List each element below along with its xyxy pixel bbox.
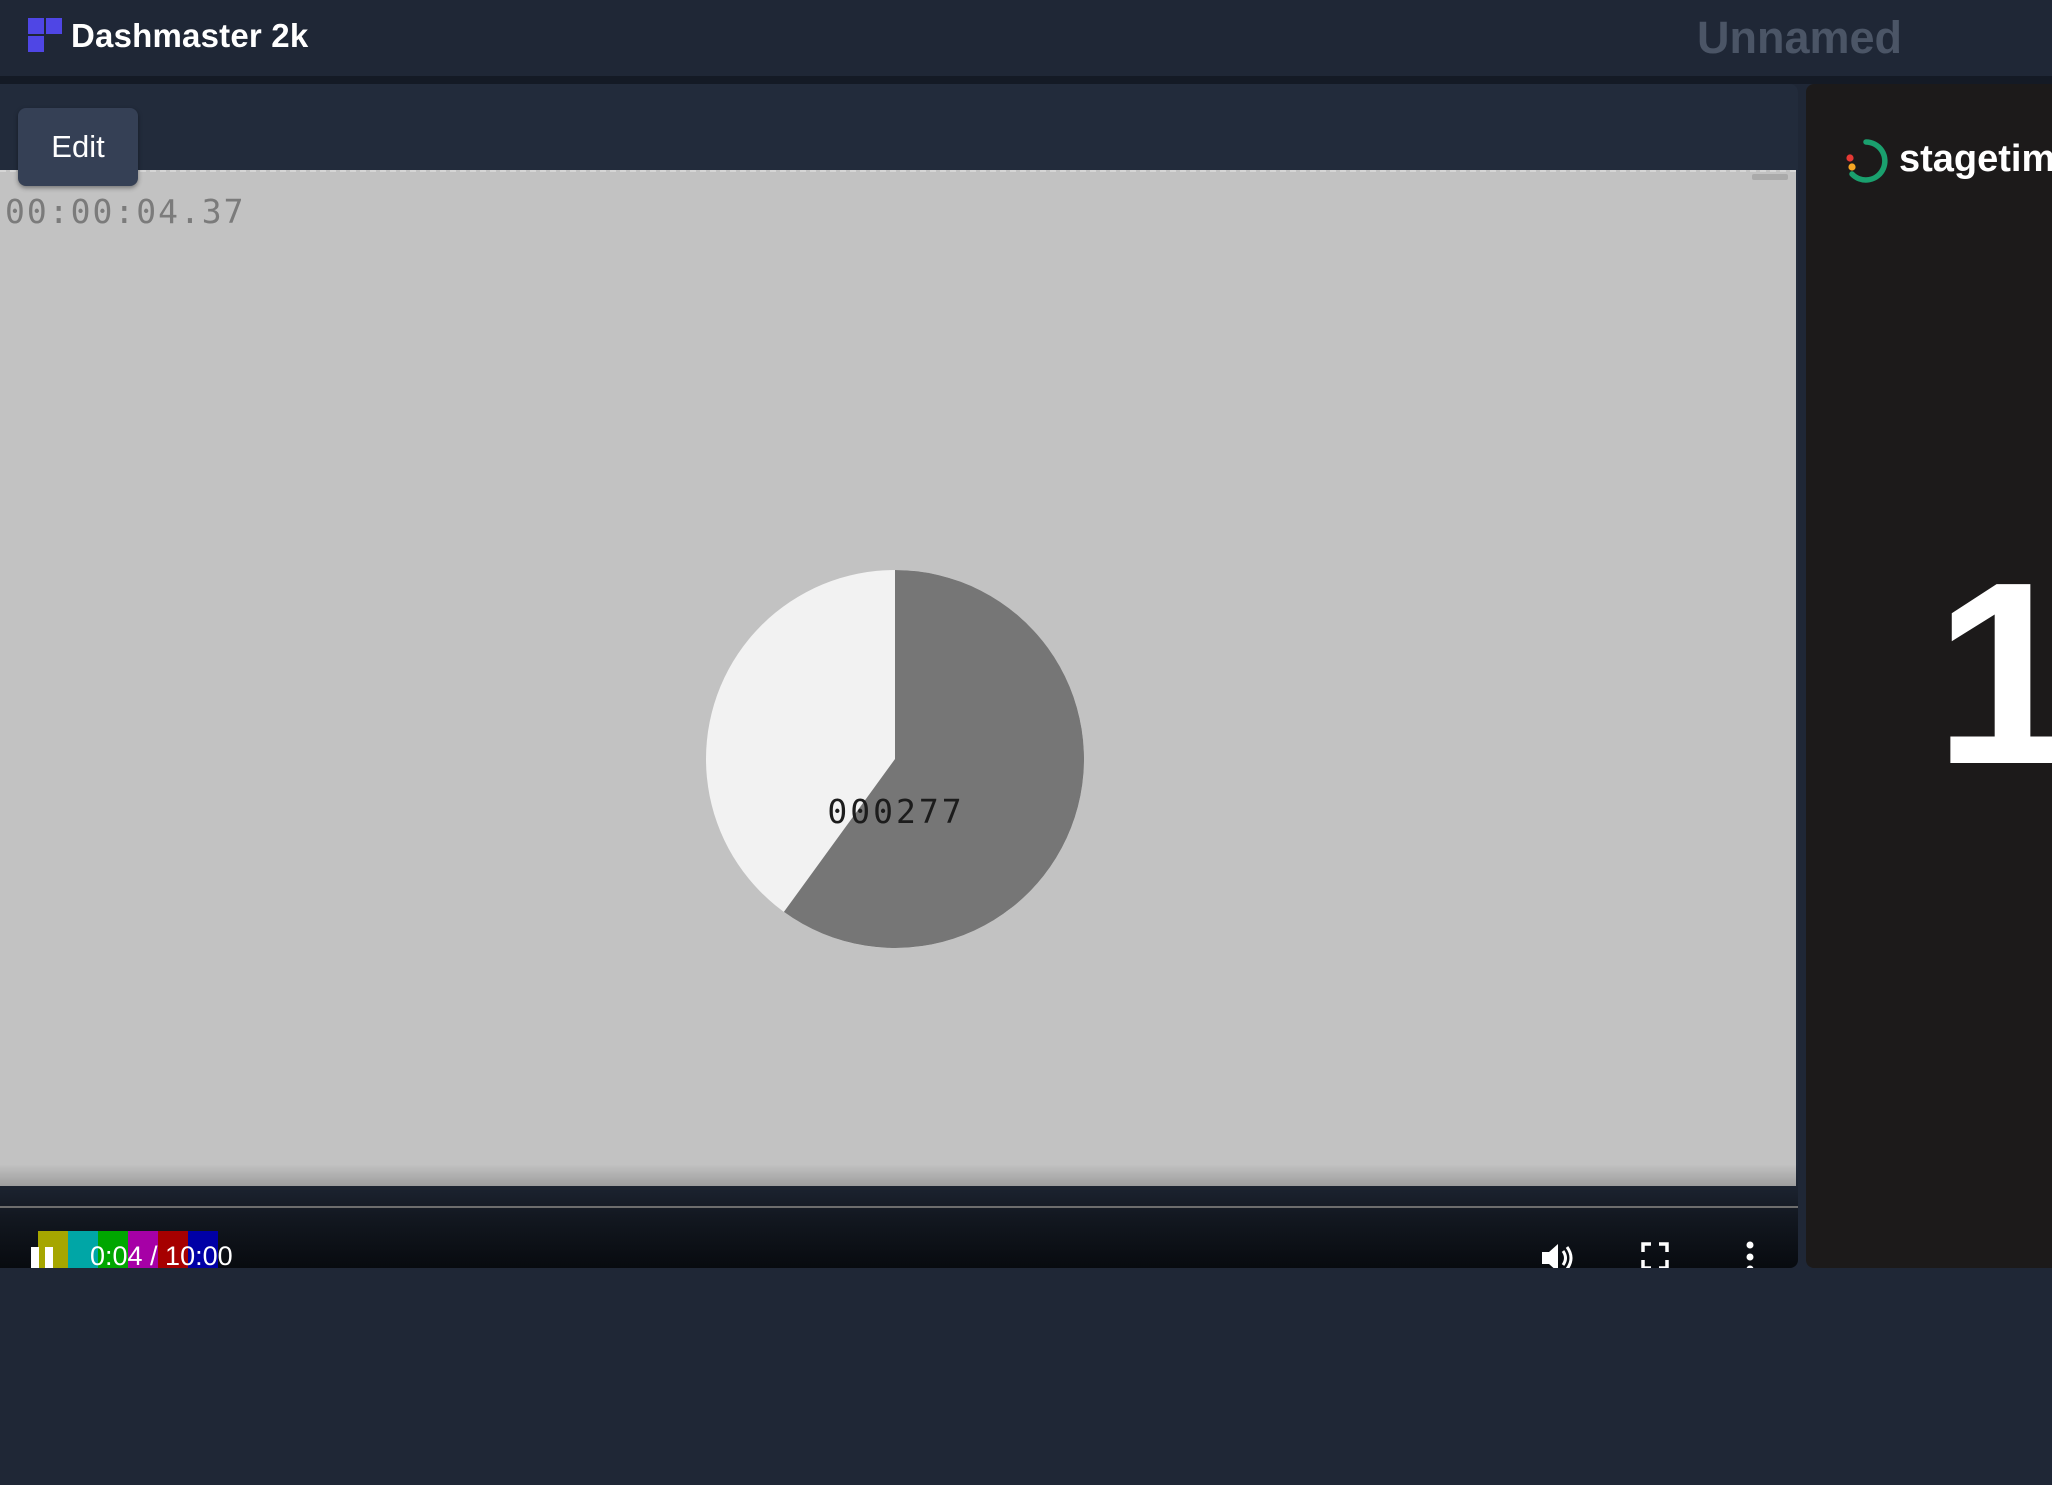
- time-display: 0:04 / 10:00: [90, 1241, 233, 1268]
- stagetimer-display: 1: [1934, 529, 2052, 819]
- video-panel: Edit 00:00:04.37 000277 0:04 / 10:00: [0, 84, 1798, 1268]
- edit-button[interactable]: Edit: [18, 108, 138, 186]
- stagetimer-brand: stagetim: [1899, 138, 2052, 180]
- controls-gradient: [0, 1164, 1798, 1268]
- video-frame-counter: 000277: [827, 792, 965, 831]
- video-timecode-overlay: 00:00:04.37: [5, 192, 246, 231]
- video-seam-line: [0, 1206, 1798, 1208]
- pause-icon[interactable]: [28, 1239, 58, 1268]
- stagetimer-logo-icon: [1846, 139, 1888, 183]
- top-bar-divider: [0, 76, 2052, 84]
- app-logo-icon: [28, 18, 62, 52]
- dashboard-name[interactable]: Unnamed: [1697, 13, 1902, 63]
- fullscreen-icon[interactable]: [1640, 1241, 1670, 1268]
- volume-icon[interactable]: [1538, 1239, 1578, 1268]
- more-vertical-icon[interactable]: [1740, 1238, 1760, 1268]
- video-watermark: [1752, 174, 1788, 180]
- app-title: Dashmaster 2k: [71, 17, 309, 54]
- stagetimer-panel: stagetim 1: [1806, 84, 2052, 1268]
- video-countdown-pie: [706, 570, 1084, 948]
- top-bar: Dashmaster 2k Unnamed: [0, 0, 2052, 76]
